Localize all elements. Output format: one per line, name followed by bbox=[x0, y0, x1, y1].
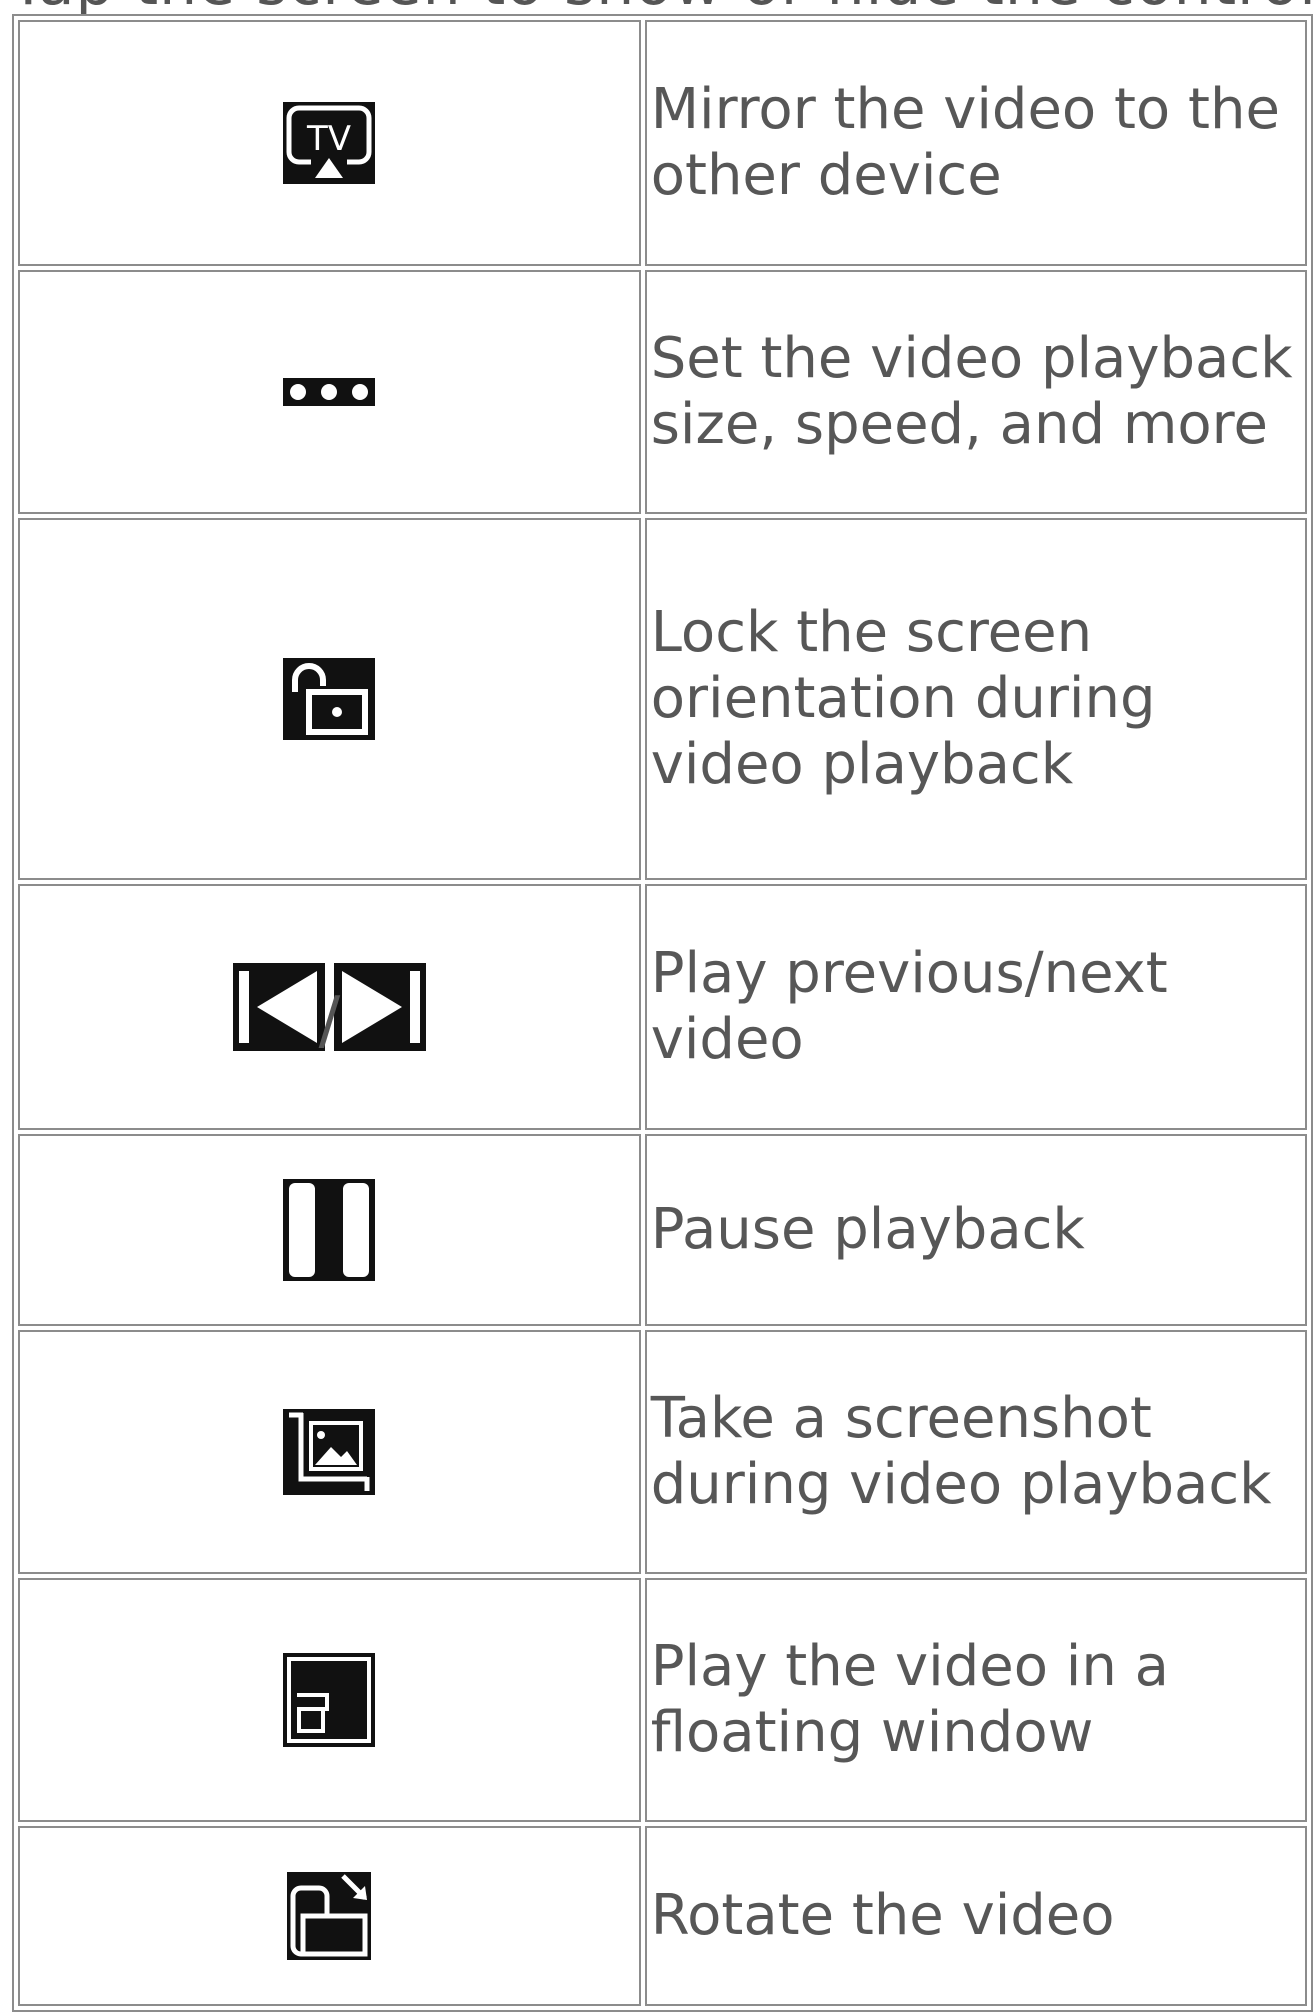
separator-slash: / bbox=[318, 984, 341, 1058]
icon-cell bbox=[18, 1134, 641, 1326]
icon-cell bbox=[18, 518, 641, 880]
description-cell: Take a screenshot during video playback bbox=[644, 1330, 1307, 1574]
description-cell: Play previous/next video bbox=[644, 884, 1307, 1130]
table-row: Pause playback bbox=[18, 1134, 1307, 1326]
description-cell: Lock the screen orientation during video… bbox=[644, 518, 1307, 880]
description-cell: Play the video in a floating window bbox=[644, 1578, 1307, 1822]
description-cell: Pause playback bbox=[644, 1134, 1307, 1326]
svg-text:TV: TV bbox=[306, 119, 351, 159]
unlock-icon bbox=[283, 658, 376, 740]
table-row: Rotate the video bbox=[18, 1826, 1307, 2006]
section-heading: Tap the screen to show or hide the contr… bbox=[10, 0, 1313, 14]
icon-cell bbox=[18, 270, 641, 514]
rotate-icon bbox=[287, 1872, 372, 1960]
table-row: / Play previous/next video bbox=[18, 884, 1307, 1130]
controls-table: TV Mirror the video to the other device … bbox=[12, 14, 1313, 2012]
table-row: Play the video in a floating window bbox=[18, 1578, 1307, 1822]
screenshot-icon bbox=[283, 1409, 376, 1495]
table-row: TV Mirror the video to the other device bbox=[18, 20, 1307, 266]
floating-window-icon bbox=[283, 1653, 376, 1747]
description-cell: Mirror the video to the other device bbox=[644, 20, 1307, 266]
previous-video-icon bbox=[232, 963, 325, 1051]
next-video-icon bbox=[334, 963, 427, 1051]
pause-icon bbox=[283, 1179, 376, 1281]
icon-cell bbox=[18, 1330, 641, 1574]
more-options-icon bbox=[283, 378, 376, 406]
description-cell: Rotate the video bbox=[644, 1826, 1307, 2006]
description-cell: Set the video playback size, speed, and … bbox=[644, 270, 1307, 514]
icon-cell bbox=[18, 1826, 641, 2006]
table-row: Take a screenshot during video playback bbox=[18, 1330, 1307, 1574]
icon-cell: / bbox=[18, 884, 641, 1130]
table-row: Lock the screen orientation during video… bbox=[18, 518, 1307, 880]
icon-cell bbox=[18, 1578, 641, 1822]
table-row: Set the video playback size, speed, and … bbox=[18, 270, 1307, 514]
tv-mirror-icon: TV bbox=[283, 102, 376, 184]
icon-cell: TV bbox=[18, 20, 641, 266]
